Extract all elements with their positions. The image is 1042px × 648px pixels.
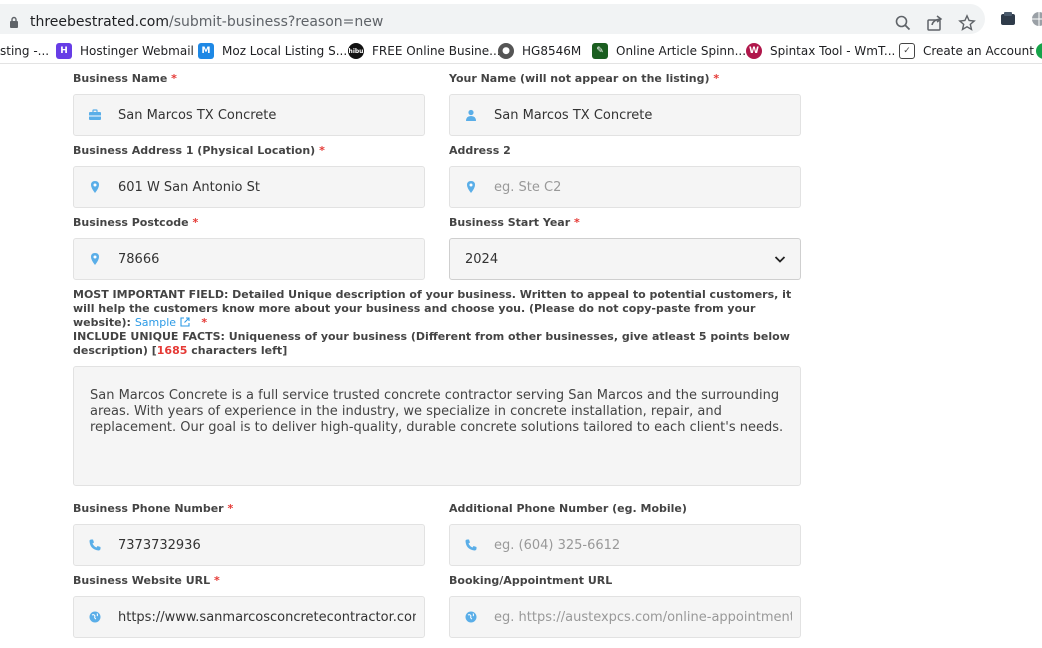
bookmark-label: Moz Local Listing S... [222, 44, 348, 58]
address1-field[interactable]: 601 W San Antonio St [73, 166, 425, 208]
chars-left-count: 1685 [156, 344, 188, 357]
hibu-icon: hibu [348, 43, 364, 59]
share-icon[interactable] [926, 14, 944, 32]
bookmark-label: Spintax Tool - WmT... [770, 44, 896, 58]
phone-label: Business Phone Number * [73, 502, 234, 515]
your-name-label: Your Name (will not appear on the listin… [449, 72, 720, 85]
bookmark-item-spintax[interactable]: W Spintax Tool - WmT... [746, 43, 895, 59]
start-year-label: Business Start Year * [449, 216, 580, 229]
start-year-select[interactable]: 2024 [449, 238, 801, 280]
phone-icon [89, 539, 101, 551]
address-bar: threebestrated.com/submit-business?reaso… [0, 0, 1042, 38]
briefcase-icon [89, 109, 101, 120]
address1-value: 601 W San Antonio St [118, 180, 260, 195]
globe-extension-icon[interactable] [1030, 10, 1042, 28]
bookmark-label: Hostinger Webmail [80, 44, 194, 58]
bookmark-item-hg8546m[interactable]: ● HG8546M [498, 43, 581, 59]
phone-value: 7373732936 [118, 538, 201, 553]
unique-facts-note: INCLUDE UNIQUE FACTS: Uniqueness of your… [73, 330, 790, 357]
url-host: threebestrated.com [30, 14, 169, 30]
postcode-field[interactable]: 78666 [73, 238, 425, 280]
globe-icon [465, 611, 477, 623]
address2-placeholder: eg. Ste C2 [494, 180, 562, 195]
phone-icon [465, 539, 477, 551]
your-name-field[interactable]: San Marcos TX Concrete [449, 94, 801, 136]
website-label: Business Website URL * [73, 574, 220, 587]
bookmark-item-overflow[interactable] [1036, 43, 1042, 59]
url-text[interactable]: threebestrated.com/submit-business?reaso… [30, 14, 383, 30]
business-name-value: San Marcos TX Concrete [118, 108, 277, 123]
user-icon [466, 109, 476, 121]
bookmark-item[interactable]: sting -... [0, 43, 49, 59]
bookmark-label: Create an Account [923, 44, 1034, 58]
bookmark-item-article-spinner[interactable]: ✎ Online Article Spinn... [592, 43, 746, 59]
website-value: https://www.sanmarcosconcretecontractor.… [118, 610, 416, 625]
bookmark-label: FREE Online Busine... [372, 44, 501, 58]
wm-icon: W [746, 43, 762, 59]
address2-field[interactable]: eg. Ste C2 [449, 166, 801, 208]
bookmark-label: sting -... [0, 44, 50, 58]
description-textarea[interactable]: San Marcos Concrete is a full service tr… [73, 366, 801, 486]
overflow-icon [1036, 43, 1042, 59]
globe-icon: ● [498, 43, 514, 59]
bookmark-item-create-account[interactable]: ✓ Create an Account [899, 43, 1034, 59]
bookmark-item-hostinger[interactable]: H Hostinger Webmail [56, 43, 194, 59]
globe-icon [89, 611, 101, 623]
booking-field[interactable]: eg. https://austexpcs.com/online-appoint… [449, 596, 801, 638]
postcode-label: Business Postcode * [73, 216, 199, 229]
star-bookmark-icon[interactable] [958, 14, 976, 32]
account-icon: ✓ [899, 43, 915, 59]
website-field[interactable]: https://www.sanmarcosconcretecontractor.… [73, 596, 425, 638]
postcode-value: 78666 [118, 252, 160, 267]
map-pin-icon [91, 253, 99, 265]
lock-icon[interactable] [9, 16, 19, 29]
map-pin-icon [467, 181, 475, 193]
additional-phone-label: Additional Phone Number (eg. Mobile) [449, 502, 687, 515]
additional-phone-placeholder: eg. (604) 325-6612 [494, 538, 621, 553]
bookmarks-bar: sting -... H Hostinger Webmail M Moz Loc… [0, 38, 1042, 64]
bookmark-item-moz[interactable]: M Moz Local Listing S... [198, 43, 347, 59]
chars-left-suffix: characters left] [191, 344, 288, 357]
sample-link[interactable]: Sample [135, 316, 190, 329]
business-name-field[interactable]: San Marcos TX Concrete [73, 94, 425, 136]
spinner-icon: ✎ [592, 43, 608, 59]
zoom-icon[interactable] [894, 14, 912, 32]
additional-phone-field[interactable]: eg. (604) 325-6612 [449, 524, 801, 566]
moz-icon: M [198, 43, 214, 59]
start-year-value: 2024 [465, 252, 499, 267]
map-pin-icon [91, 181, 99, 193]
extension-icon[interactable] [999, 10, 1017, 28]
address2-label: Address 2 [449, 144, 511, 157]
bookmark-label: HG8546M [522, 44, 582, 58]
phone-field[interactable]: 7373732936 [73, 524, 425, 566]
bookmark-label: Online Article Spinn... [616, 44, 747, 58]
hostinger-icon: H [56, 43, 72, 59]
booking-label: Booking/Appointment URL [449, 574, 613, 587]
booking-placeholder: eg. https://austexpcs.com/online-appoint… [494, 610, 792, 625]
your-name-value: San Marcos TX Concrete [494, 108, 653, 123]
external-link-icon [180, 317, 190, 327]
chevron-down-icon [774, 256, 786, 263]
business-name-label: Business Name * [73, 72, 177, 85]
url-path: /submit-business?reason=new [169, 14, 384, 30]
description-instructions: MOST IMPORTANT FIELD: Detailed Unique de… [73, 288, 792, 329]
omnibox[interactable]: threebestrated.com/submit-business?reaso… [0, 4, 985, 34]
address1-label: Business Address 1 (Physical Location) * [73, 144, 325, 157]
bookmark-item-hibu[interactable]: hibu FREE Online Busine... [348, 43, 501, 59]
